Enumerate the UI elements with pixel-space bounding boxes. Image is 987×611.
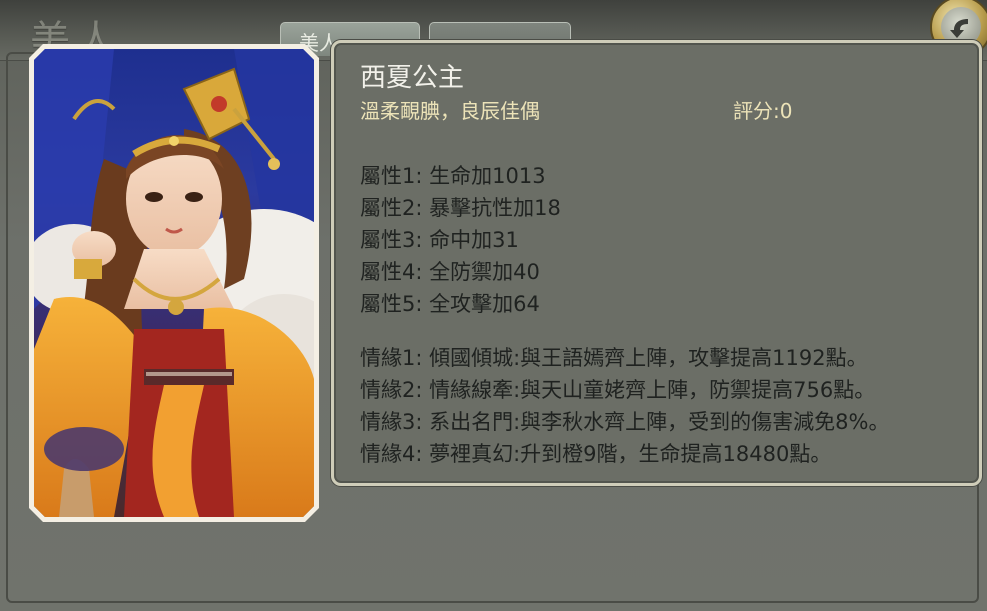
attribute-5: 屬性5: 全攻擊加64 bbox=[360, 292, 540, 316]
beauty-subtitle: 溫柔靦腆，良辰佳偶 bbox=[360, 99, 540, 123]
portrait-card[interactable] bbox=[29, 44, 319, 522]
attribute-4: 屬性4: 全防禦加40 bbox=[360, 260, 540, 284]
character-portrait bbox=[34, 49, 314, 517]
beauty-score: 評分:0 bbox=[733, 99, 793, 123]
bond-2: 情緣2: 情緣線牽:與天山童姥齊上陣，防禦提高756點。 bbox=[360, 378, 876, 402]
beauty-name: 西夏公主 bbox=[360, 63, 465, 93]
attribute-1: 屬性1: 生命加1013 bbox=[360, 164, 546, 188]
attribute-3: 屬性3: 命中加31 bbox=[360, 228, 519, 252]
attribute-2: 屬性2: 暴擊抗性加18 bbox=[360, 196, 561, 220]
bond-3: 情緣3: 系出名門:與李秋水齊上陣，受到的傷害減免8%。 bbox=[360, 410, 890, 434]
bond-1: 情緣1: 傾國傾城:與王語嫣齊上陣，攻擊提高1192點。 bbox=[360, 346, 868, 370]
bond-4: 情緣4: 夢裡真幻:升到橙9階，生命提高18480點。 bbox=[360, 442, 832, 466]
info-panel: 西夏公主 溫柔靦腆，良辰佳偶 評分:0 屬性1: 生命加1013 屬性2: 暴擊… bbox=[331, 40, 982, 486]
